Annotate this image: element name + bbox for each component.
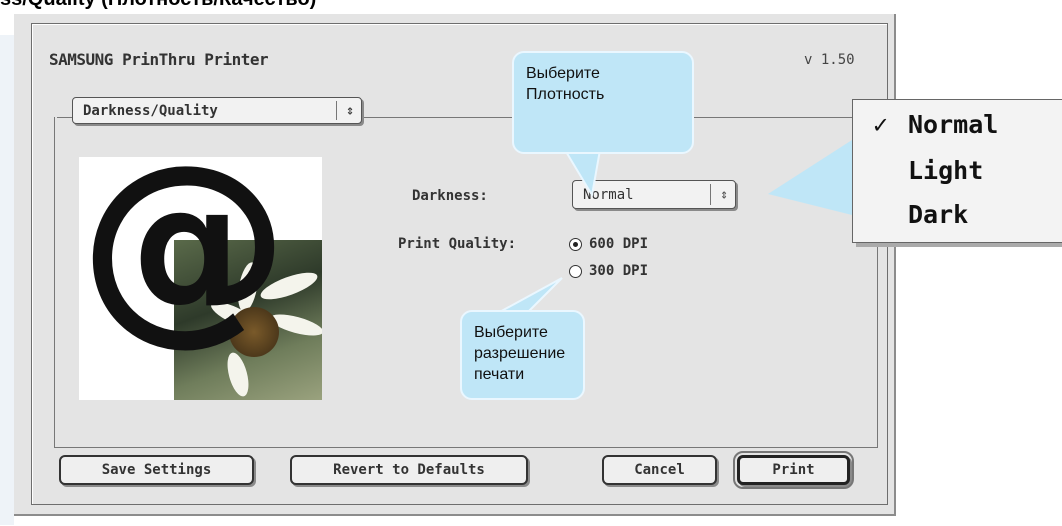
menu-item-label: Dark [908,200,969,229]
darkness-popup[interactable]: Normal ⇕ [572,180,736,209]
left-edge-strip [0,35,14,525]
print-button[interactable]: Print [733,451,854,489]
radio-300-dpi[interactable] [569,265,582,278]
app-title: SAMSUNG PrinThru Printer [49,50,269,69]
darkness-value: Normal [583,187,634,203]
at-sign-icon: @ [79,157,289,364]
darkness-dropdown-menu: ✓ Normal Light Dark [852,99,1062,243]
popup-separator [710,184,711,205]
radio-600-dpi[interactable] [569,238,582,251]
preview-image: @ [79,157,322,400]
radio-600-label: 600 DPI [589,236,649,252]
updown-arrows-icon: ⇕ [346,103,354,118]
checkmark-icon: ✓ [873,110,889,139]
popup-separator [336,101,337,120]
save-settings-button[interactable]: Save Settings [59,455,254,485]
darkness-label: Darkness: [412,188,488,204]
revert-defaults-button[interactable]: Revert to Defaults [290,455,528,485]
density-callout: Выберите Плотность [512,51,694,154]
resolution-callout: Выберите разрешение печати [460,310,585,400]
menu-item-label: Light [908,156,984,185]
version-label: v 1.50 [804,52,855,68]
panel-selector-value: Darkness/Quality [83,103,218,119]
cancel-button[interactable]: Cancel [602,455,717,485]
print-quality-label: Print Quality: [398,236,517,252]
page-caption: ss/Quality (Плотность/Качество) [0,0,316,11]
menu-item-label: Normal [908,110,999,139]
panel-selector-popup[interactable]: Darkness/Quality ⇕ [72,97,362,124]
updown-arrows-icon: ⇕ [720,187,728,202]
radio-300-label: 300 DPI [589,263,649,279]
